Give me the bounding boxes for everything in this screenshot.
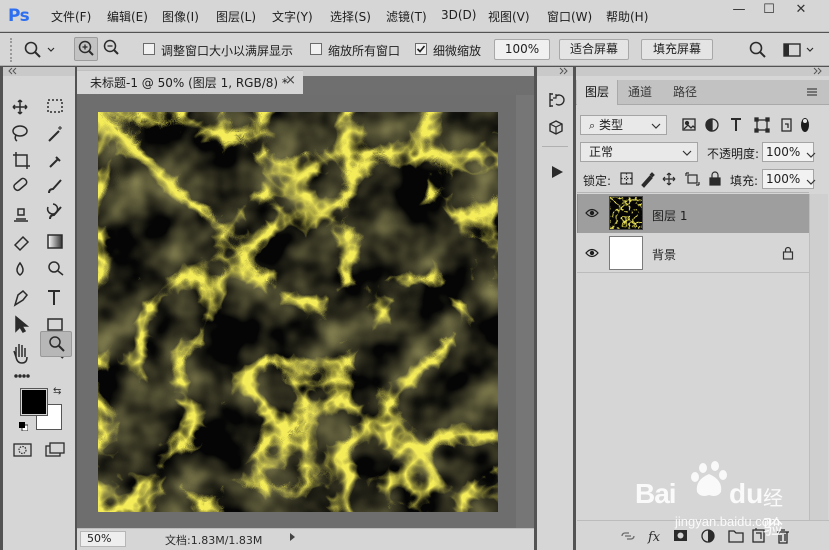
scrubby-zoom-checkbox[interactable] (415, 43, 427, 55)
layer-filter-value: 类型 (599, 118, 624, 132)
layers-divider (577, 192, 809, 193)
close-tab-icon[interactable]: × (285, 73, 296, 88)
lock-label: 锁定: (583, 174, 612, 188)
swap-colors-icon[interactable]: ⇆ (53, 386, 61, 397)
zoom-tool-icon (47, 334, 67, 357)
menu-layer[interactable]: 图层(L) (216, 8, 256, 25)
background-visibility-eye-icon[interactable] (585, 247, 599, 262)
watermark-brand: Bai (635, 478, 677, 509)
menu-3d[interactable]: 3D(D) (441, 8, 476, 22)
menu-type[interactable]: 文字(Y) (272, 8, 313, 25)
menu-edit[interactable]: 编辑(E) (107, 8, 148, 25)
actions-play-icon[interactable] (549, 164, 565, 183)
resize-windows-label: 调整窗口大小以满屏显示 (161, 44, 294, 58)
layers-scrollbar[interactable] (809, 194, 828, 520)
background-thumbnail[interactable] (609, 236, 643, 270)
resize-windows-checkbox[interactable] (143, 43, 155, 55)
zoom-in-icon[interactable] (74, 37, 98, 61)
fill-dropdown-icon[interactable] (806, 175, 816, 189)
search-icon: ⌕ (589, 119, 596, 132)
hand-tool-button[interactable] (12, 331, 36, 355)
menu-view[interactable]: 视图(V) (488, 8, 530, 25)
zoom-tool-preset-icon[interactable] (22, 40, 56, 63)
background-lock-icon (782, 246, 794, 263)
layers-panel-header[interactable] (576, 67, 829, 76)
tab-channels[interactable]: 通道 (620, 80, 660, 105)
status-bar (77, 528, 534, 550)
document-tab-title: 未标题-1 @ 50% (图层 1, RGB/8) * (90, 76, 288, 90)
workspace-switcher-icon[interactable] (782, 40, 818, 63)
options-grip[interactable] (10, 38, 20, 62)
zoom-out-icon[interactable] (100, 37, 124, 61)
menu-help[interactable]: 帮助(H) (606, 8, 648, 25)
layer1-thumbnail[interactable] (609, 196, 643, 230)
menu-file[interactable]: 文件(F) (51, 8, 91, 25)
lock-options-icons[interactable] (619, 170, 725, 188)
baidu-jingyan-watermark: Bai du 经验 jingyan.baidu.com (631, 460, 791, 539)
app-logo: Ps (8, 6, 30, 26)
zoom-level-field[interactable]: 50% (80, 531, 126, 547)
menu-select[interactable]: 选择(S) (330, 8, 371, 25)
fit-screen-button[interactable]: 适合屏幕 (559, 39, 629, 60)
close-window-button[interactable]: ✕ (788, 1, 814, 21)
watermark-sub: 经验 (763, 486, 783, 539)
3d-panel-icon[interactable] (547, 119, 565, 140)
vertical-scrollbar[interactable] (516, 95, 534, 528)
zoom-all-windows-label: 缩放所有窗口 (328, 44, 401, 58)
dock-divider (542, 146, 568, 147)
marquee-tool-button[interactable] (44, 93, 68, 117)
layer-filter-icons (680, 116, 810, 134)
quick-mask-icon[interactable] (13, 442, 33, 461)
layer1-visibility-eye-icon[interactable] (585, 207, 599, 222)
menu-image[interactable]: 图像(I) (162, 8, 199, 25)
tab-paths[interactable]: 路径 (665, 80, 705, 105)
panel-menu-icon[interactable] (806, 86, 818, 101)
maximize-button[interactable]: ☐ (756, 1, 782, 21)
canvas-image[interactable] (98, 112, 498, 512)
blend-mode-value: 正常 (589, 145, 614, 159)
menu-window[interactable]: 窗口(W) (547, 8, 592, 25)
history-panel-icon[interactable] (547, 91, 565, 112)
watermark-url: jingyan.baidu.com (675, 514, 780, 529)
blend-mode-dropdown[interactable]: 正常 (580, 142, 698, 162)
fill-screen-button[interactable]: 填充屏幕 (641, 39, 713, 60)
layer1-row-border (577, 194, 578, 233)
fill-value: 100% (766, 172, 801, 186)
move-tool-button[interactable] (12, 93, 36, 117)
menu-filter[interactable]: 滤镜(T) (386, 8, 427, 25)
screen-mode-icon[interactable] (45, 442, 67, 461)
default-colors-icon[interactable] (19, 420, 29, 432)
fill-label: 填充: (730, 174, 759, 188)
opacity-value: 100% (766, 145, 801, 159)
scrubby-zoom-label: 细微缩放 (433, 44, 482, 58)
layer1-name[interactable]: 图层 1 (652, 207, 687, 224)
opacity-dropdown-icon[interactable] (806, 148, 816, 162)
watermark-brand-suffix: du (729, 478, 764, 509)
toolbox-header[interactable] (3, 67, 75, 76)
search-icon[interactable] (748, 40, 768, 63)
dock-header[interactable] (537, 67, 573, 76)
tab-layers[interactable]: 图层 (577, 80, 619, 105)
zoom-percent-button[interactable]: 100% (494, 39, 550, 60)
foreground-color-swatch[interactable] (20, 388, 48, 416)
document-size-info[interactable]: 文档:1.83M/1.83M (165, 532, 262, 548)
background-layer-name[interactable]: 背景 (652, 246, 676, 263)
status-menu-arrow-icon[interactable] (288, 530, 298, 547)
zoom-all-windows-checkbox[interactable] (310, 43, 322, 55)
layer-filter-dropdown[interactable]: ⌕ 类型 (580, 115, 667, 135)
opacity-label: 不透明度: (707, 147, 760, 161)
minimize-button[interactable]: — (726, 1, 752, 21)
